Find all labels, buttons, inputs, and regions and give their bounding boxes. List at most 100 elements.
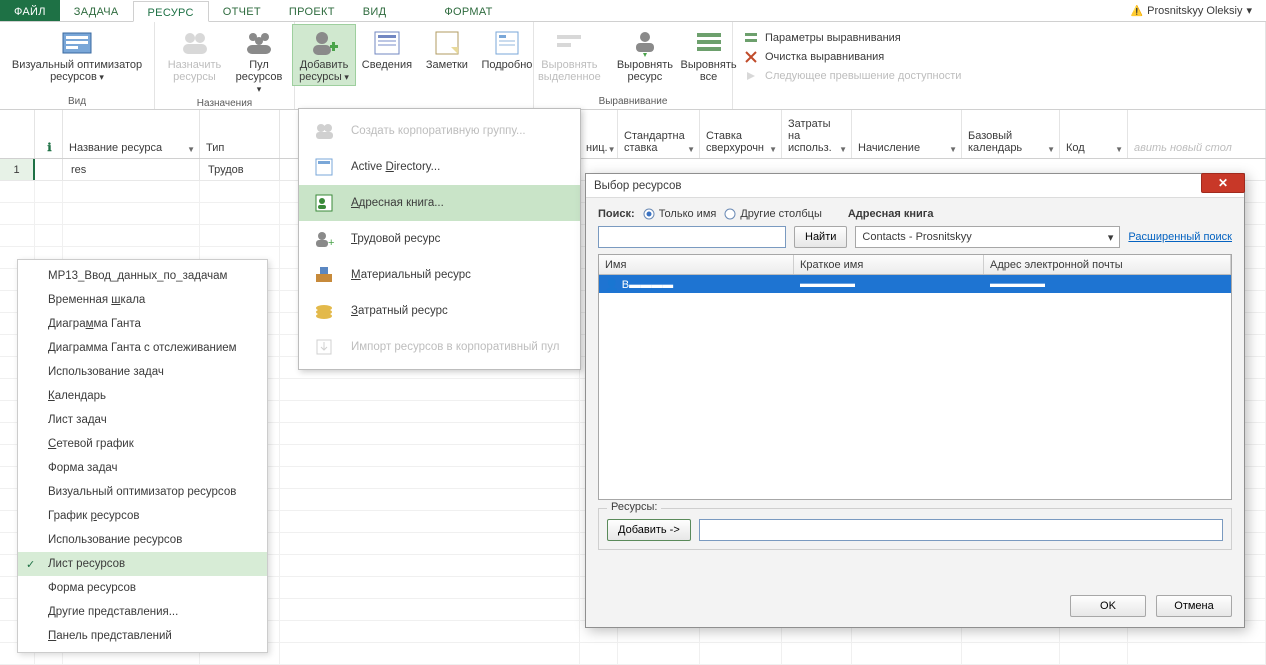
view-item[interactable]: Использование задач: [18, 360, 267, 384]
selected-resources-input[interactable]: [699, 519, 1223, 541]
assign-resources-button: Назначить ресурсы: [161, 24, 228, 86]
th-short[interactable]: Краткое имя: [794, 255, 984, 274]
view-item[interactable]: Диаграмма Ганта с отслеживанием: [18, 336, 267, 360]
views-context-menu: MP13_Ввод_данных_по_задачам Временная шк…: [17, 259, 268, 653]
resource-pool-button[interactable]: Пул ресурсов: [230, 24, 288, 98]
tab-resource[interactable]: РЕСУРС: [133, 1, 209, 22]
level-all-icon: [693, 27, 725, 59]
col-accrual[interactable]: Начисление▼: [852, 110, 962, 158]
close-icon: ✕: [1218, 176, 1228, 190]
menu-material-resource[interactable]: Материальный ресурс: [299, 257, 580, 293]
view-item[interactable]: Сетевой график: [18, 432, 267, 456]
resources-legend: Ресурсы:: [607, 501, 661, 513]
menu-address-book[interactable]: Адресная книга...: [299, 185, 580, 221]
details-icon: [371, 27, 403, 59]
level-resource-icon: [629, 27, 661, 59]
person-plus-icon: [308, 27, 340, 59]
resources-fieldset: Ресурсы: Добавить ->: [598, 508, 1232, 550]
ribbon: Визуальный оптимизатор ресурсов Вид Назн…: [0, 22, 1266, 110]
radio-other-cols[interactable]: Другие столбцы: [724, 208, 822, 220]
row-info-cell[interactable]: [35, 159, 63, 180]
more-details-button[interactable]: Подробно: [478, 24, 536, 74]
address-book-label: Адресная книга: [848, 208, 934, 220]
tab-format[interactable]: ФОРМАТ: [430, 0, 506, 21]
th-email[interactable]: Адрес электронной почты: [984, 255, 1231, 274]
view-item[interactable]: Календарь: [18, 384, 267, 408]
results-table: Имя Краткое имя Адрес электронной почты …: [598, 254, 1232, 500]
col-addnew[interactable]: авить новый стол: [1128, 110, 1266, 158]
view-item[interactable]: Визуальный оптимизатор ресурсов: [18, 480, 267, 504]
svg-text:+: +: [328, 237, 334, 249]
view-item[interactable]: График ресурсов: [18, 504, 267, 528]
tab-task[interactable]: ЗАДАЧА: [60, 0, 133, 21]
team-planner-icon: [61, 27, 93, 59]
leveling-options-button[interactable]: Параметры выравнивания: [743, 30, 961, 46]
find-button[interactable]: Найти: [794, 226, 847, 248]
view-item[interactable]: Лист задач: [18, 408, 267, 432]
view-item[interactable]: Другие представления...: [18, 600, 267, 624]
extended-search-link[interactable]: Расширенный поиск: [1128, 231, 1232, 243]
visual-optimizer-button[interactable]: Визуальный оптимизатор ресурсов: [6, 24, 148, 86]
search-input[interactable]: [598, 226, 786, 248]
person-plus-small-icon: +: [311, 226, 337, 252]
clear-leveling-button[interactable]: Очистка выравнивания: [743, 49, 961, 65]
add-selected-button[interactable]: Добавить ->: [607, 519, 691, 541]
col-units[interactable]: ниц.▼: [580, 110, 618, 158]
address-book-select[interactable]: Contacts - Prosnitskyy▾: [855, 226, 1120, 248]
col-stdrate[interactable]: Стандартна ставка▼: [618, 110, 700, 158]
results-body[interactable]: 👤 В▬▬▬▬ ▬▬▬▬▬ ▬▬▬▬▬: [599, 275, 1231, 499]
cancel-button[interactable]: Отмена: [1156, 595, 1232, 617]
col-costuse[interactable]: Затраты на использ.▼: [782, 110, 852, 158]
result-row[interactable]: 👤 В▬▬▬▬ ▬▬▬▬▬ ▬▬▬▬▬: [599, 275, 1231, 293]
cell-type[interactable]: Трудов: [200, 159, 280, 180]
notes-icon: [431, 27, 463, 59]
radio-only-name[interactable]: Только имя: [643, 208, 717, 220]
people-icon: [179, 27, 211, 59]
view-item[interactable]: Форма ресурсов: [18, 576, 267, 600]
col-info[interactable]: ℹ: [35, 110, 63, 158]
menu-cost-resource[interactable]: Затратный ресурс: [299, 293, 580, 329]
view-item[interactable]: Форма задач: [18, 456, 267, 480]
tab-file[interactable]: ФАЙЛ: [0, 0, 60, 21]
tab-view[interactable]: ВИД: [349, 0, 401, 21]
col-name[interactable]: Название ресурса▼: [63, 110, 200, 158]
view-item[interactable]: Временная шкала: [18, 288, 267, 312]
import-icon: [311, 334, 337, 360]
menu-work-resource[interactable]: +Трудовой ресурс: [299, 221, 580, 257]
close-button[interactable]: ✕: [1201, 173, 1245, 193]
user-label[interactable]: Prosnitskyy Oleksiy ▾: [1131, 0, 1266, 21]
col-type[interactable]: Тип: [200, 110, 280, 158]
col-code[interactable]: Код▼: [1060, 110, 1128, 158]
col-basecal[interactable]: Базовый календарь▼: [962, 110, 1060, 158]
column-headers: ℹ Название ресурса▼ Тип ниц.▼ Стандартна…: [0, 110, 1266, 159]
view-item[interactable]: MP13_Ввод_данных_по_задачам: [18, 264, 267, 288]
level-selection-icon: [553, 27, 585, 59]
level-resource-button[interactable]: Выровнять ресурс: [612, 24, 677, 86]
notes-button[interactable]: Заметки: [418, 24, 476, 74]
menu-active-directory[interactable]: Active Directory...: [299, 149, 580, 185]
view-item-selected[interactable]: ✓Лист ресурсов: [18, 552, 267, 576]
menu-tabs: ФАЙЛ ЗАДАЧА РЕСУРС ОТЧЕТ ПРОЕКТ ВИД ФОРМ…: [0, 0, 1266, 22]
th-name[interactable]: Имя: [599, 255, 794, 274]
group-level-label: Выравнивание: [599, 96, 668, 109]
col-otrate[interactable]: Ставка сверхурочн▼: [700, 110, 782, 158]
add-resources-button[interactable]: Добавить ресурсы: [292, 24, 356, 86]
tab-project[interactable]: ПРОЕКТ: [275, 0, 349, 21]
view-item[interactable]: Использование ресурсов: [18, 528, 267, 552]
book-icon: [311, 154, 337, 180]
cell-name[interactable]: res: [63, 159, 200, 180]
boxes-icon: [311, 262, 337, 288]
menu-enterprise-group: Создать корпоративную группу...: [299, 113, 580, 149]
tab-report[interactable]: ОТЧЕТ: [209, 0, 275, 21]
view-item[interactable]: Панель представлений: [18, 624, 267, 648]
check-icon: ✓: [26, 558, 35, 571]
options-icon: [743, 30, 759, 46]
next-icon: [743, 68, 759, 84]
details-button[interactable]: Сведения: [358, 24, 416, 74]
group-view-label: Вид: [68, 96, 86, 109]
ok-button[interactable]: OK: [1070, 595, 1146, 617]
view-item[interactable]: Диаграмма Ганта: [18, 312, 267, 336]
coins-icon: [311, 298, 337, 324]
row-number[interactable]: 1: [0, 159, 35, 180]
level-all-button[interactable]: Выровнять все: [680, 24, 738, 86]
